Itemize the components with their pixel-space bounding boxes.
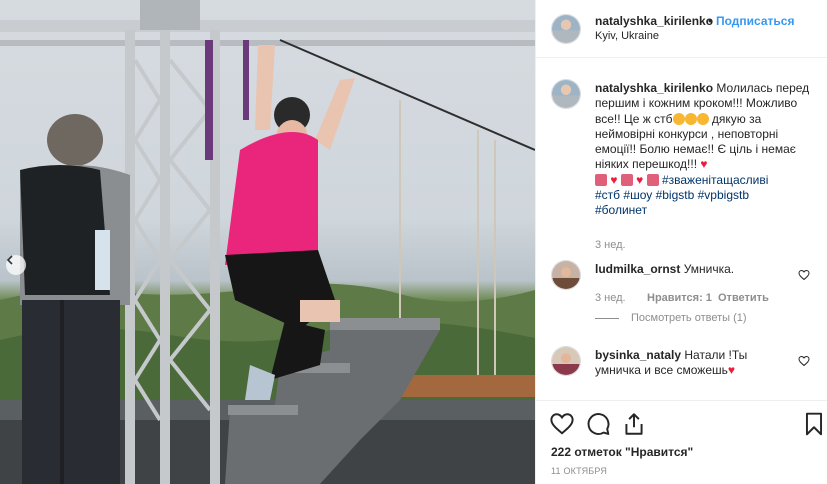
tshirt-emoji-icon xyxy=(646,173,659,186)
photo-illustration xyxy=(0,0,535,484)
emoji-row: ♥ ♥ xyxy=(595,173,662,187)
likes-count[interactable]: 222 отметок "Нравится" xyxy=(551,445,693,459)
grinning-face-emoji-icon xyxy=(684,112,697,125)
speech-bubble-icon[interactable] xyxy=(585,411,611,437)
heart-emoji-icon: ♥ xyxy=(610,172,618,187)
comment-text: bysinka_nataly Натали !Ты умничка и все … xyxy=(595,348,790,379)
commenter-avatar[interactable] xyxy=(551,346,581,376)
comment-body: Умничка. xyxy=(680,262,735,276)
comments-list[interactable]: natalyshka_kirilenko Молилась перед перш… xyxy=(536,59,827,400)
tshirt-emoji-icon xyxy=(595,173,607,186)
commenter-avatar[interactable] xyxy=(551,260,581,290)
post-date[interactable]: 11 октября xyxy=(551,466,607,476)
heart-emoji-icon: ♥ xyxy=(700,157,708,172)
caption-avatar[interactable] xyxy=(551,79,581,109)
replies-divider xyxy=(595,317,619,319)
header-separator: • xyxy=(708,14,713,28)
post-side-panel: natalyshka_kirilenko • Подписаться Kyiv,… xyxy=(535,0,827,484)
hashtag-link[interactable]: #vpbigstb xyxy=(698,188,749,202)
hashtag-link[interactable]: #болинет xyxy=(595,203,647,217)
comment-timestamp[interactable]: 3 нед. xyxy=(595,292,626,304)
comment-likes-count[interactable]: Нравится: 1 xyxy=(647,292,712,304)
hashtag-link[interactable]: #зваженітащасливі xyxy=(662,173,768,187)
author-avatar[interactable] xyxy=(551,14,581,44)
tshirt-emoji-icon xyxy=(620,173,633,186)
carousel-prev-button[interactable] xyxy=(6,255,26,275)
chevron-left-icon xyxy=(6,255,13,265)
post-actions: 222 отметок "Нравится" 11 октября xyxy=(536,400,827,484)
heart-emoji-icon: ♥ xyxy=(727,363,735,378)
commenter-username-link[interactable]: ludmilka_ornst xyxy=(595,262,680,276)
follow-button[interactable]: Подписаться xyxy=(716,14,794,28)
post-header: natalyshka_kirilenko • Подписаться Kyiv,… xyxy=(536,0,827,58)
caption-text: natalyshka_kirilenko Молилась перед перш… xyxy=(595,81,817,219)
bookmark-icon[interactable] xyxy=(801,411,827,437)
instagram-post-view: natalyshka_kirilenko • Подписаться Kyiv,… xyxy=(0,0,827,484)
post-photo[interactable] xyxy=(0,0,535,484)
heart-outline-icon[interactable] xyxy=(549,411,575,437)
share-icon[interactable] xyxy=(621,411,647,437)
hashtag-link[interactable]: #bigstb xyxy=(656,188,695,202)
view-replies-button[interactable]: Посмотреть ответы (1) xyxy=(595,312,747,324)
caption-timestamp[interactable]: 3 нед. xyxy=(595,239,626,251)
comment-likes-count-label: Нравится: 1 xyxy=(647,292,712,304)
grinning-face-emoji-icon xyxy=(672,112,685,125)
caption-username-link[interactable]: natalyshka_kirilenko xyxy=(595,81,713,95)
heart-small-icon[interactable] xyxy=(798,355,810,367)
author-username-link[interactable]: natalyshka_kirilenko xyxy=(595,14,713,28)
comment-text: ludmilka_ornst Умничка. xyxy=(595,262,795,277)
reply-button[interactable]: Ответить xyxy=(718,292,769,304)
location-link[interactable]: Kyiv, Ukraine xyxy=(595,30,659,42)
view-replies-label: Посмотреть ответы (1) xyxy=(631,312,747,324)
reply-button-label: Ответить xyxy=(718,292,769,304)
hashtag-link[interactable]: #стб xyxy=(595,188,620,202)
grinning-face-emoji-icon xyxy=(696,112,709,125)
heart-small-icon[interactable] xyxy=(798,269,810,281)
commenter-username-link[interactable]: bysinka_nataly xyxy=(595,348,681,362)
hashtag-link[interactable]: #шоу xyxy=(623,188,652,202)
heart-emoji-icon: ♥ xyxy=(636,172,644,187)
